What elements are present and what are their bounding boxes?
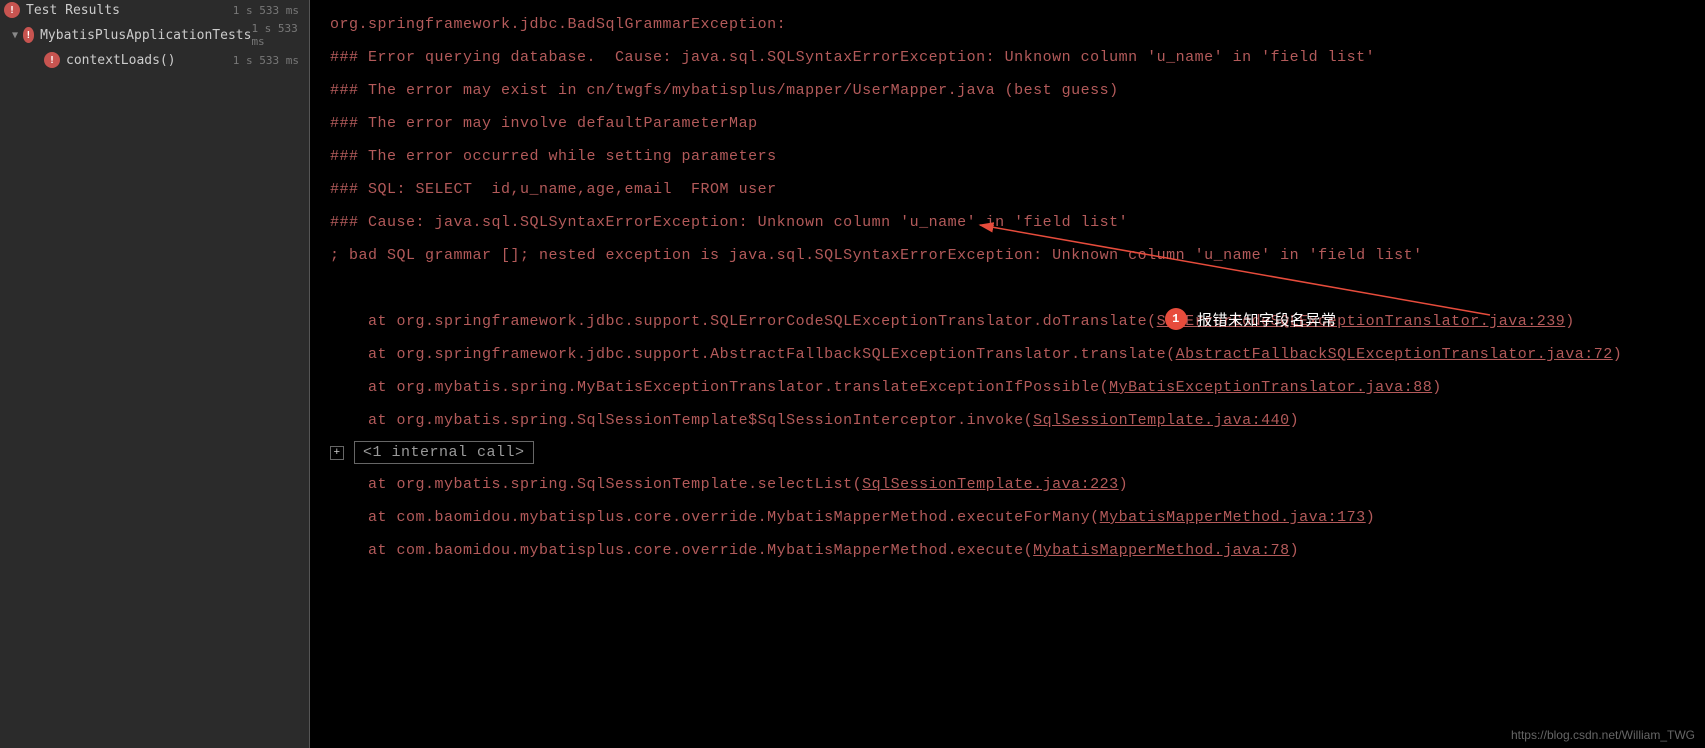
stack-line: at org.springframework.jdbc.support.SQLE…: [330, 305, 1685, 338]
annotation-text: 报错未知字段名异常: [1197, 309, 1337, 330]
stack-line: at org.mybatis.spring.SqlSessionTemplate…: [330, 404, 1685, 437]
test-results-sidebar: ! Test Results 1 s 533 ms ▼ ! MybatisPlu…: [0, 0, 310, 748]
exception-header: org.springframework.jdbc.BadSqlGrammarEx…: [330, 8, 1685, 41]
tree-method[interactable]: ! contextLoads() 1 s 533 ms: [0, 50, 309, 70]
error-cause: ### Error querying database. Cause: java…: [330, 41, 1685, 74]
error-sql: ### SQL: SELECT id,u_name,age,email FROM…: [330, 173, 1685, 206]
fold-label[interactable]: <1 internal call>: [354, 441, 534, 464]
fail-icon: !: [44, 52, 60, 68]
expand-icon[interactable]: +: [330, 446, 344, 460]
tree-class-time: 1 s 533 ms: [251, 22, 305, 48]
stack-line: at org.springframework.jdbc.support.Abst…: [330, 338, 1685, 371]
error-param-map: ### The error may involve defaultParamet…: [330, 107, 1685, 140]
chevron-down-icon[interactable]: ▼: [12, 30, 21, 41]
fail-icon: !: [4, 2, 20, 18]
watermark: https://blog.csdn.net/William_TWG: [1511, 728, 1695, 742]
stack-line: at org.mybatis.spring.SqlSessionTemplate…: [330, 468, 1685, 501]
code-link[interactable]: MybatisMapperMethod.java:78: [1033, 542, 1290, 559]
nested-exception: ; bad SQL grammar []; nested exception i…: [330, 239, 1685, 272]
tree-root-time: 1 s 533 ms: [233, 4, 305, 17]
code-link[interactable]: SqlSessionTemplate.java:223: [862, 476, 1119, 493]
tree-method-label: contextLoads(): [66, 53, 233, 68]
console-output[interactable]: org.springframework.jdbc.BadSqlGrammarEx…: [310, 0, 1705, 748]
code-link[interactable]: MybatisMapperMethod.java:173: [1100, 509, 1366, 526]
fold-row: + <1 internal call>: [330, 441, 534, 464]
tree-method-time: 1 s 533 ms: [233, 54, 305, 67]
stack-line: at com.baomidou.mybatisplus.core.overrid…: [330, 501, 1685, 534]
code-link[interactable]: AbstractFallbackSQLExceptionTranslator.j…: [1176, 346, 1613, 363]
fail-icon: !: [23, 27, 34, 43]
annotation-callout: 1 报错未知字段名异常: [1165, 308, 1337, 330]
empty-line: [330, 272, 1685, 305]
error-occurred: ### The error occurred while setting par…: [330, 140, 1685, 173]
tree-class-label: MybatisPlusApplicationTests: [40, 28, 251, 43]
tree-class[interactable]: ▼ ! MybatisPlusApplicationTests 1 s 533 …: [0, 20, 309, 50]
annotation-number: 1: [1165, 308, 1187, 330]
code-link[interactable]: SqlSessionTemplate.java:440: [1033, 412, 1290, 429]
stack-line: at org.mybatis.spring.MyBatisExceptionTr…: [330, 371, 1685, 404]
stack-line: at com.baomidou.mybatisplus.core.overrid…: [330, 534, 1685, 567]
tree-root-label: Test Results: [26, 3, 233, 18]
error-cause2: ### Cause: java.sql.SQLSyntaxErrorExcept…: [330, 206, 1685, 239]
error-location: ### The error may exist in cn/twgfs/myba…: [330, 74, 1685, 107]
tree-root[interactable]: ! Test Results 1 s 533 ms: [0, 0, 309, 20]
code-link[interactable]: MyBatisExceptionTranslator.java:88: [1109, 379, 1432, 396]
